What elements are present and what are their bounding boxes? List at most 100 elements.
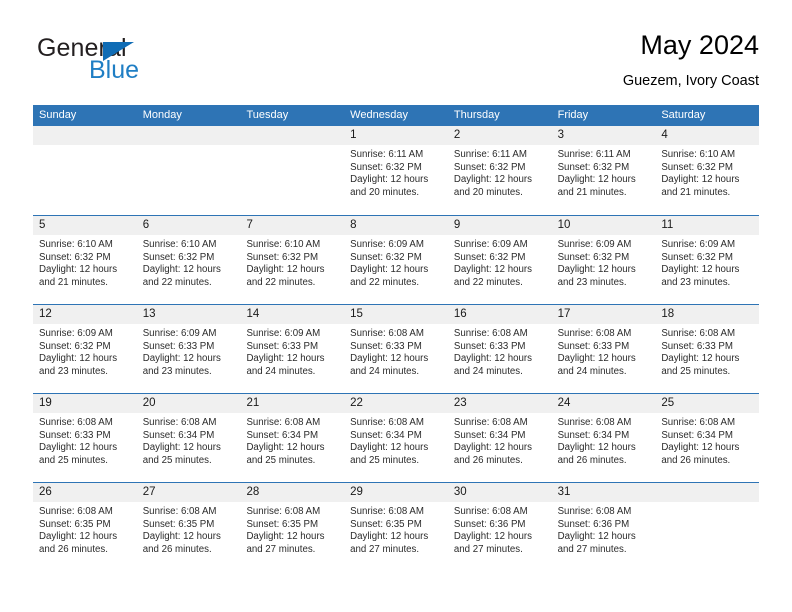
sunrise-text: Sunrise: 6:08 AM xyxy=(350,506,424,517)
daylight-text-line2: and 22 minutes. xyxy=(453,276,523,288)
daylight-text-line1: Daylight: 12 hours xyxy=(39,442,118,454)
calendar-day-cell[interactable]: 29 Sunrise: 6:08 AM Sunset: 6:35 PM Dayligh… xyxy=(344,483,448,571)
calendar-day-cell[interactable]: 23 Sunrise: 6:08 AM Sunset: 6:34 PM Dayligh… xyxy=(447,394,552,482)
calendar-day-cell[interactable]: 11 Sunrise: 6:09 AM Sunset: 6:32 PM Dayligh… xyxy=(655,216,760,304)
daylight-text-line1: Daylight: 12 hours xyxy=(453,531,532,543)
calendar-day-cell[interactable]: 27 Sunrise: 6:08 AM Sunset: 6:35 PM Dayligh… xyxy=(136,483,241,571)
sunrise-text: Sunrise: 6:11 AM xyxy=(557,149,631,160)
sunrise-text: Sunrise: 6:08 AM xyxy=(557,417,632,428)
sunrise-text: Sunrise: 6:08 AM xyxy=(453,506,528,517)
daylight-text-line1: Daylight: 12 hours xyxy=(350,442,429,454)
day-number: 31 xyxy=(557,486,571,498)
calendar-day-cell[interactable]: 14 Sunrise: 6:09 AM Sunset: 6:33 PM Dayligh… xyxy=(240,305,345,393)
day-number-band: 18 xyxy=(655,305,760,324)
day-number-band: 2 xyxy=(447,126,552,145)
day-number: 29 xyxy=(350,486,363,498)
sunrise-text: Sunrise: 6:08 AM xyxy=(350,417,424,428)
day-number-band: 26 xyxy=(33,483,137,502)
daylight-text-line2: and 25 minutes. xyxy=(661,365,731,377)
calendar-day-cell[interactable]: 24 Sunrise: 6:08 AM Sunset: 6:34 PM Dayligh… xyxy=(551,394,656,482)
calendar-day-cell[interactable]: 25 Sunrise: 6:08 AM Sunset: 6:34 PM Dayligh… xyxy=(655,394,760,482)
calendar-day-cell[interactable]: 7 Sunrise: 6:10 AM Sunset: 6:32 PM Daylight… xyxy=(240,216,345,304)
calendar-day-cell[interactable]: 22 Sunrise: 6:08 AM Sunset: 6:34 PM Dayligh… xyxy=(344,394,448,482)
daylight-text-line2: and 26 minutes. xyxy=(661,454,731,466)
sunrise-text: Sunrise: 6:09 AM xyxy=(661,239,736,250)
day-number-band: 28 xyxy=(240,483,345,502)
calendar-day-cell[interactable]: 16 Sunrise: 6:08 AM Sunset: 6:33 PM Dayligh… xyxy=(447,305,552,393)
sunset-text: Sunset: 6:33 PM xyxy=(142,340,215,352)
day-number-band: 20 xyxy=(136,394,241,413)
sunrise-text: Sunrise: 6:08 AM xyxy=(557,506,632,517)
day-number: 18 xyxy=(661,308,675,320)
sunrise-text: Sunrise: 6:10 AM xyxy=(661,149,736,160)
sunrise-text: Sunrise: 6:08 AM xyxy=(661,328,736,339)
day-number-band: 31 xyxy=(551,483,656,502)
calendar-day-cell[interactable]: 20 Sunrise: 6:08 AM Sunset: 6:34 PM Dayligh… xyxy=(136,394,241,482)
day-number: 26 xyxy=(39,486,52,498)
calendar-weeks: 1 Sunrise: 6:11 AM Sunset: 6:32 PM Daylight… xyxy=(33,126,760,571)
sunset-text: Sunset: 6:33 PM xyxy=(661,340,733,352)
brand-logo[interactable]: General Blue xyxy=(33,34,263,90)
calendar-day-cell[interactable]: 28 Sunrise: 6:08 AM Sunset: 6:35 PM Dayligh… xyxy=(240,483,345,571)
day-details: Sunrise: 6:11 AM Sunset: 6:32 PM Daylight:… xyxy=(448,145,552,199)
daylight-text-line1: Daylight: 12 hours xyxy=(246,531,325,543)
calendar-day-cell[interactable]: 5 Sunrise: 6:10 AM Sunset: 6:32 PM Daylight… xyxy=(33,216,137,304)
daylight-text-line1: Daylight: 12 hours xyxy=(661,442,740,454)
day-number-band: 17 xyxy=(551,305,656,324)
sunrise-text: Sunrise: 6:09 AM xyxy=(39,328,113,339)
calendar-day-cell[interactable]: 9 Sunrise: 6:09 AM Sunset: 6:32 PM Daylight… xyxy=(447,216,552,304)
sunrise-text: Sunrise: 6:08 AM xyxy=(557,328,632,339)
calendar-day-cell[interactable]: 26 Sunrise: 6:08 AM Sunset: 6:35 PM Dayligh… xyxy=(33,483,137,571)
sunset-text: Sunset: 6:33 PM xyxy=(246,340,319,352)
sunset-text: Sunset: 6:32 PM xyxy=(350,161,422,173)
day-details: Sunrise: 6:08 AM Sunset: 6:36 PM Daylight:… xyxy=(552,502,656,556)
day-number: 19 xyxy=(39,397,52,409)
day-details: Sunrise: 6:08 AM Sunset: 6:35 PM Daylight:… xyxy=(240,502,344,556)
calendar-day-cell[interactable]: 4 Sunrise: 6:10 AM Sunset: 6:32 PM Daylight… xyxy=(655,126,760,215)
calendar-day-cell[interactable]: 18 Sunrise: 6:08 AM Sunset: 6:33 PM Dayligh… xyxy=(655,305,760,393)
sunrise-text: Sunrise: 6:08 AM xyxy=(661,417,736,428)
daylight-text-line1: Daylight: 12 hours xyxy=(661,174,740,186)
sunrise-text: Sunrise: 6:08 AM xyxy=(246,506,321,517)
calendar-day-cell[interactable]: 21 Sunrise: 6:08 AM Sunset: 6:34 PM Dayligh… xyxy=(240,394,345,482)
sunset-text: Sunset: 6:32 PM xyxy=(350,251,422,263)
day-details: Sunrise: 6:08 AM Sunset: 6:33 PM Daylight:… xyxy=(344,324,448,378)
day-number: 21 xyxy=(246,397,260,409)
daylight-text-line2: and 24 minutes. xyxy=(453,365,523,377)
daylight-text-line1: Daylight: 12 hours xyxy=(661,353,740,365)
calendar-day-cell[interactable]: 17 Sunrise: 6:08 AM Sunset: 6:33 PM Dayligh… xyxy=(551,305,656,393)
day-details: Sunrise: 6:09 AM Sunset: 6:32 PM Daylight:… xyxy=(448,235,552,289)
daylight-text-line2: and 26 minutes. xyxy=(142,543,212,555)
daylight-text-line2: and 27 minutes. xyxy=(453,543,523,555)
calendar-day-cell[interactable]: 13 Sunrise: 6:09 AM Sunset: 6:33 PM Dayligh… xyxy=(136,305,241,393)
calendar-day-cell[interactable]: 19 Sunrise: 6:08 AM Sunset: 6:33 PM Dayligh… xyxy=(33,394,137,482)
day-number: 17 xyxy=(557,308,571,320)
calendar-day-cell[interactable]: 31 Sunrise: 6:08 AM Sunset: 6:36 PM Dayligh… xyxy=(551,483,656,571)
calendar-day-cell[interactable]: 8 Sunrise: 6:09 AM Sunset: 6:32 PM Daylight… xyxy=(344,216,448,304)
calendar-day-cell[interactable]: 1 Sunrise: 6:11 AM Sunset: 6:32 PM Daylight… xyxy=(344,126,448,215)
daylight-text-line2: and 21 minutes. xyxy=(557,186,627,198)
daylight-text-line1: Daylight: 12 hours xyxy=(246,353,325,365)
daylight-text-line2: and 20 minutes. xyxy=(453,186,523,198)
daylight-text-line1: Daylight: 12 hours xyxy=(39,531,118,543)
day-details: Sunrise: 6:11 AM Sunset: 6:32 PM Daylight:… xyxy=(344,145,448,199)
calendar-day-cell[interactable]: 3 Sunrise: 6:11 AM Sunset: 6:32 PM Daylight… xyxy=(551,126,656,215)
daylight-text-line2: and 21 minutes. xyxy=(661,186,731,198)
sunset-text: Sunset: 6:35 PM xyxy=(246,518,319,530)
day-number: 22 xyxy=(350,397,363,409)
sunset-text: Sunset: 6:32 PM xyxy=(453,161,526,173)
day-number-band: 21 xyxy=(240,394,345,413)
day-number-band: 14 xyxy=(240,305,345,324)
calendar-day-cell[interactable]: 15 Sunrise: 6:08 AM Sunset: 6:33 PM Dayligh… xyxy=(344,305,448,393)
day-details: Sunrise: 6:10 AM Sunset: 6:32 PM Daylight:… xyxy=(33,235,137,289)
sunset-text: Sunset: 6:32 PM xyxy=(142,251,215,263)
calendar-day-cell[interactable]: 10 Sunrise: 6:09 AM Sunset: 6:32 PM Dayligh… xyxy=(551,216,656,304)
sunset-text: Sunset: 6:34 PM xyxy=(246,429,319,441)
daylight-text-line1: Daylight: 12 hours xyxy=(39,264,118,276)
day-number-band: 15 xyxy=(344,305,448,324)
calendar-day-cell[interactable]: 12 Sunrise: 6:09 AM Sunset: 6:32 PM Dayligh… xyxy=(33,305,137,393)
calendar-day-cell[interactable]: 6 Sunrise: 6:10 AM Sunset: 6:32 PM Daylight… xyxy=(136,216,241,304)
sunset-text: Sunset: 6:34 PM xyxy=(557,429,630,441)
calendar-day-cell[interactable]: 2 Sunrise: 6:11 AM Sunset: 6:32 PM Daylight… xyxy=(447,126,552,215)
calendar-day-cell[interactable]: 30 Sunrise: 6:08 AM Sunset: 6:36 PM Dayligh… xyxy=(447,483,552,571)
